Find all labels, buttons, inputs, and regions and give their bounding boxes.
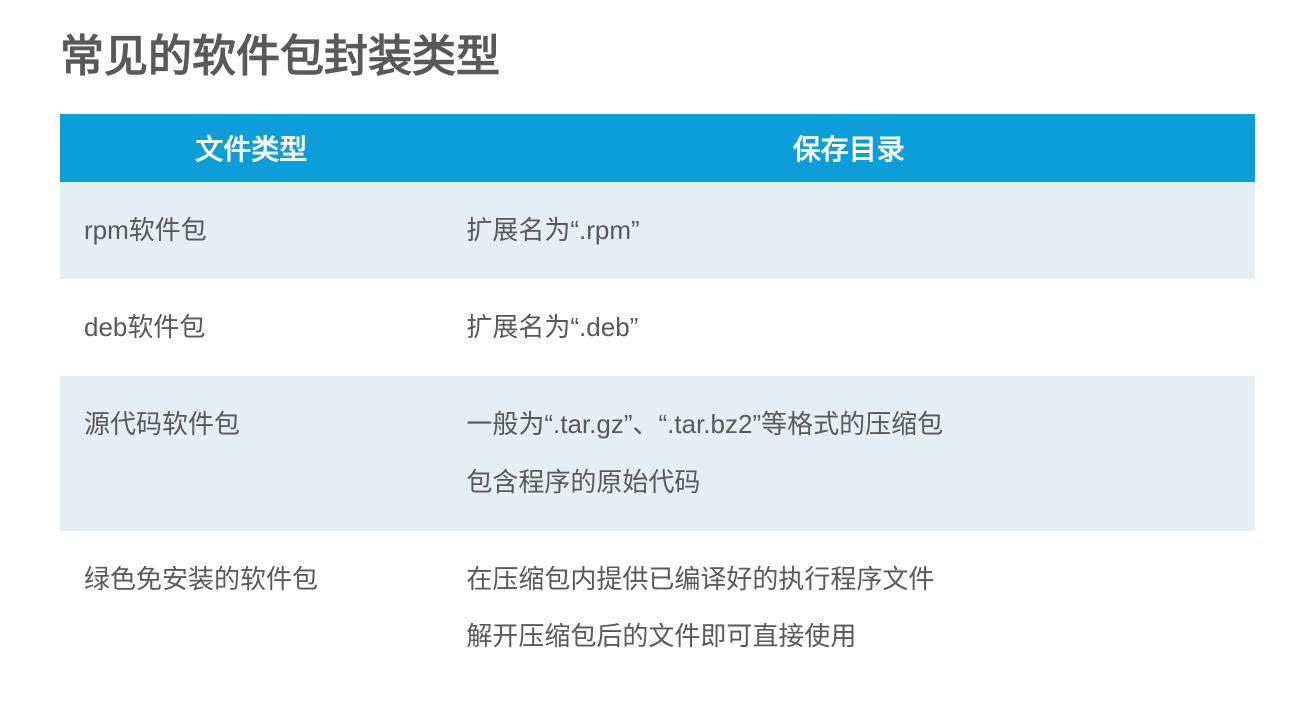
table-row: rpm软件包 扩展名为“.rpm” xyxy=(60,182,1255,279)
cell-line: 包含程序的原始代码 xyxy=(466,454,1231,511)
page-title: 常见的软件包封装类型 xyxy=(60,20,1255,84)
table-header-file-type: 文件类型 xyxy=(60,114,442,182)
cell-line: 一般为“.tar.gz”、“.tar.bz2”等格式的压缩包 xyxy=(466,396,1231,453)
cell-file-type: deb软件包 xyxy=(60,279,442,376)
cell-line: 扩展名为“.deb” xyxy=(466,299,1231,356)
cell-description: 在压缩包内提供已编译好的执行程序文件 解开压缩包后的文件即可直接使用 xyxy=(442,531,1255,685)
table-row: 绿色免安装的软件包 在压缩包内提供已编译好的执行程序文件 解开压缩包后的文件即可… xyxy=(60,531,1255,685)
cell-file-type: rpm软件包 xyxy=(60,182,442,279)
cell-line: 扩展名为“.rpm” xyxy=(466,202,1231,259)
cell-description: 扩展名为“.rpm” xyxy=(442,182,1255,279)
cell-file-type: 源代码软件包 xyxy=(60,376,442,530)
package-types-table: 文件类型 保存目录 rpm软件包 扩展名为“.rpm” deb软件包 扩展名为“… xyxy=(60,114,1255,685)
table-row: deb软件包 扩展名为“.deb” xyxy=(60,279,1255,376)
table-header-save-directory: 保存目录 xyxy=(442,114,1255,182)
cell-description: 扩展名为“.deb” xyxy=(442,279,1255,376)
cell-description: 一般为“.tar.gz”、“.tar.bz2”等格式的压缩包 包含程序的原始代码 xyxy=(442,376,1255,530)
cell-file-type: 绿色免安装的软件包 xyxy=(60,531,442,685)
cell-line: 在压缩包内提供已编译好的执行程序文件 xyxy=(466,551,1231,608)
cell-line: 解开压缩包后的文件即可直接使用 xyxy=(466,608,1231,665)
table-row: 源代码软件包 一般为“.tar.gz”、“.tar.bz2”等格式的压缩包 包含… xyxy=(60,376,1255,530)
